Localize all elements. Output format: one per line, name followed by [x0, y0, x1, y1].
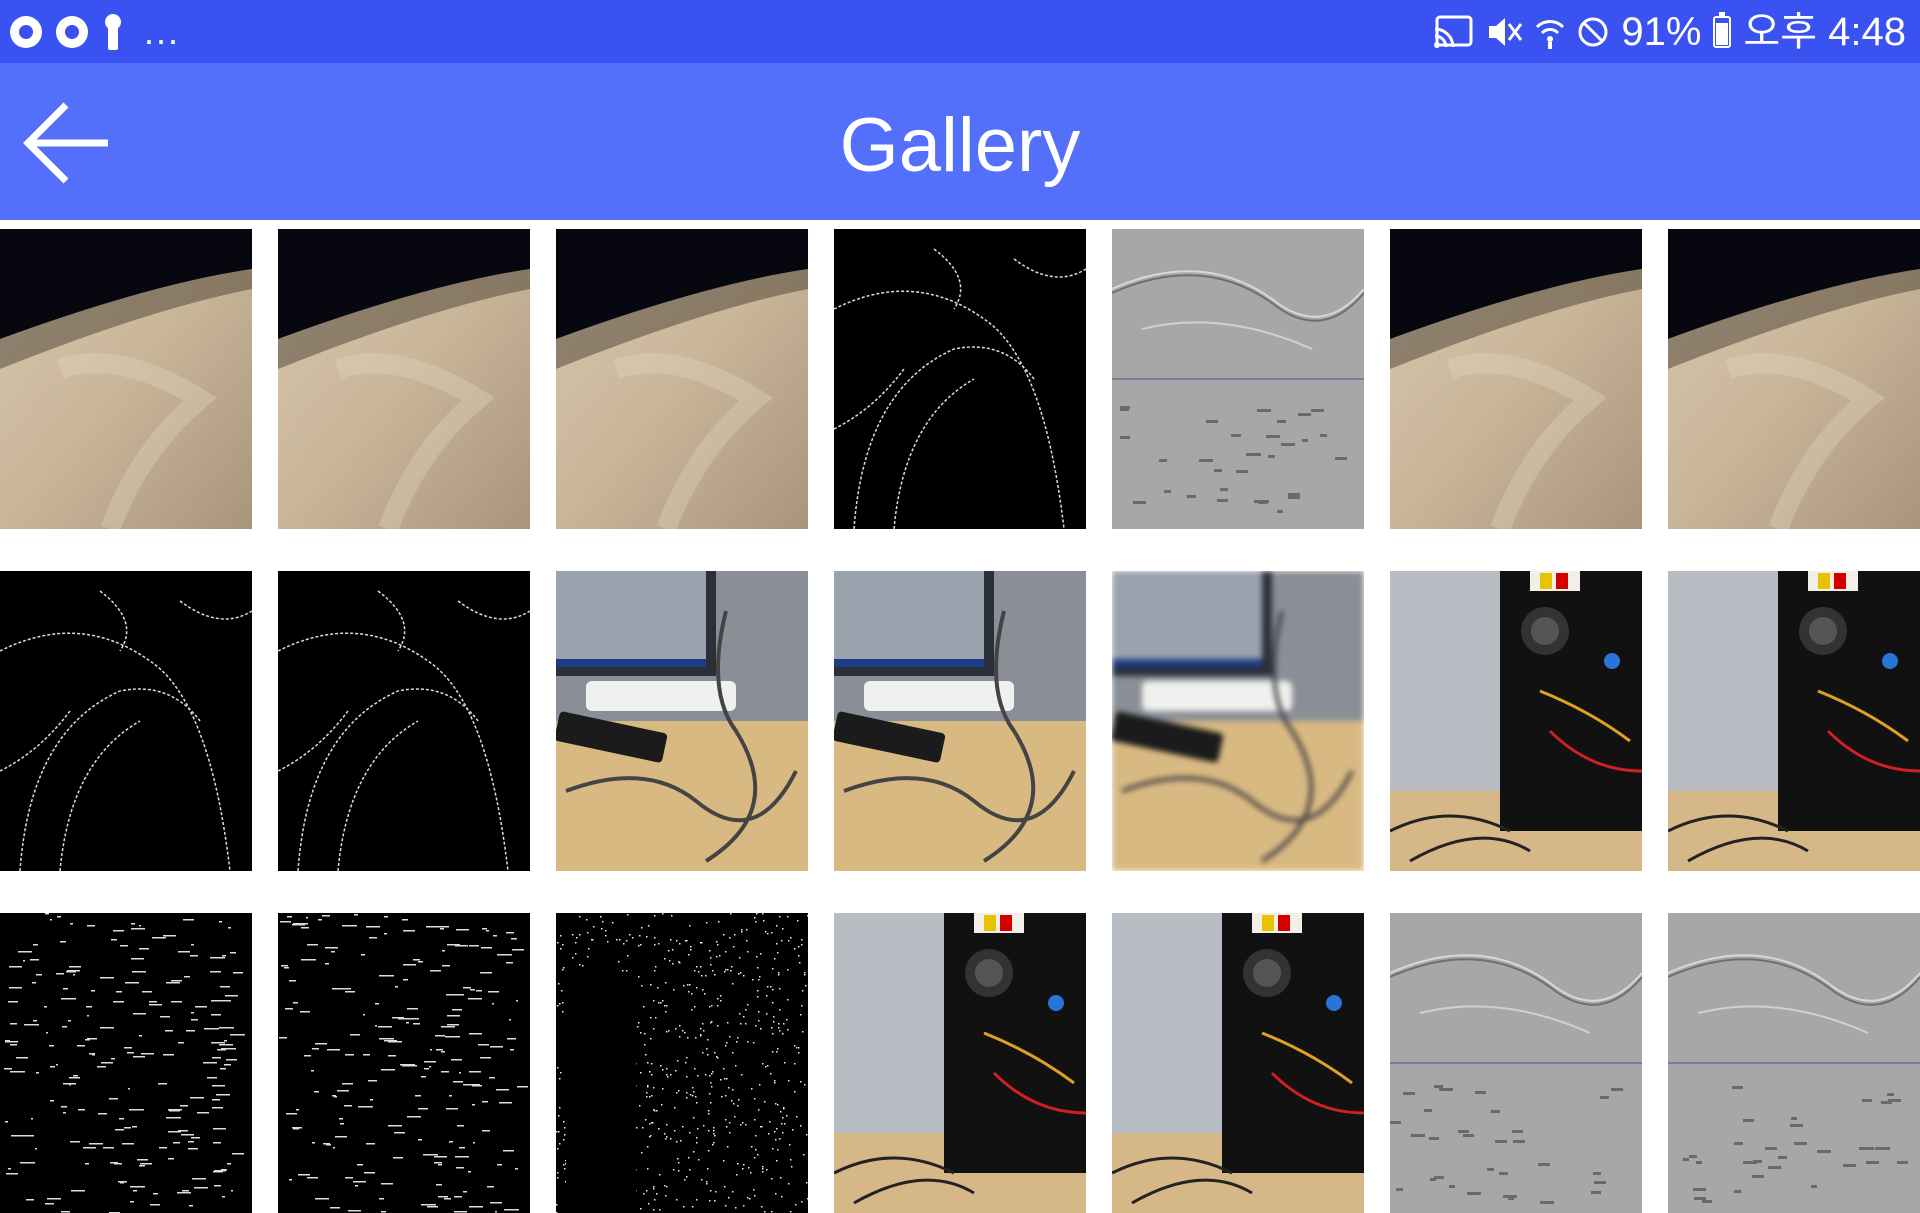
gallery-grid [0, 229, 1920, 1213]
gallery-thumbnail[interactable] [1112, 229, 1364, 529]
clock-time: 오후 4:48 [1743, 10, 1906, 54]
gallery-thumbnail[interactable] [556, 571, 808, 871]
gallery-thumbnail[interactable] [1390, 571, 1642, 871]
gallery-thumbnail[interactable] [278, 571, 530, 871]
aperture-icon [56, 16, 88, 48]
gallery-thumbnail[interactable] [1112, 913, 1364, 1213]
vibrate-mute-icon [1485, 15, 1523, 49]
status-left-icons: ... [10, 12, 180, 52]
wifi-icon [1535, 15, 1565, 49]
battery-percentage: 91% [1621, 10, 1702, 54]
gallery-thumbnail[interactable] [834, 229, 1086, 529]
gallery-thumbnail[interactable] [556, 229, 808, 529]
gallery-thumbnail[interactable] [1390, 229, 1642, 529]
status-overflow: ... [144, 11, 181, 52]
gallery-thumbnail[interactable] [834, 913, 1086, 1213]
gallery-thumbnail[interactable] [1112, 571, 1364, 871]
keyhole-icon [102, 14, 124, 50]
app-bar: Gallery [0, 63, 1920, 220]
aperture-icon [10, 16, 42, 48]
gallery-thumbnail[interactable] [1390, 913, 1642, 1213]
gallery-thumbnail[interactable] [278, 229, 530, 529]
gallery-thumbnail[interactable] [1668, 913, 1920, 1213]
do-not-disturb-icon [1577, 16, 1609, 48]
gallery-thumbnail[interactable] [0, 913, 252, 1213]
gallery-thumbnail[interactable] [1668, 229, 1920, 529]
page-title: Gallery [839, 103, 1081, 188]
status-right-icons: 91% 오후 4:48 [1433, 8, 1906, 56]
status-bar: ... 91% 오후 4:48 [0, 0, 1920, 63]
gallery-thumbnail[interactable] [834, 571, 1086, 871]
gallery-thumbnail[interactable] [556, 913, 808, 1213]
battery-charging-icon [1713, 12, 1732, 48]
gallery-thumbnail[interactable] [278, 913, 530, 1213]
cast-icon [1433, 15, 1473, 49]
gallery-thumbnail[interactable] [0, 571, 252, 871]
gallery-thumbnail[interactable] [0, 229, 252, 529]
gallery-thumbnail[interactable] [1668, 571, 1920, 871]
